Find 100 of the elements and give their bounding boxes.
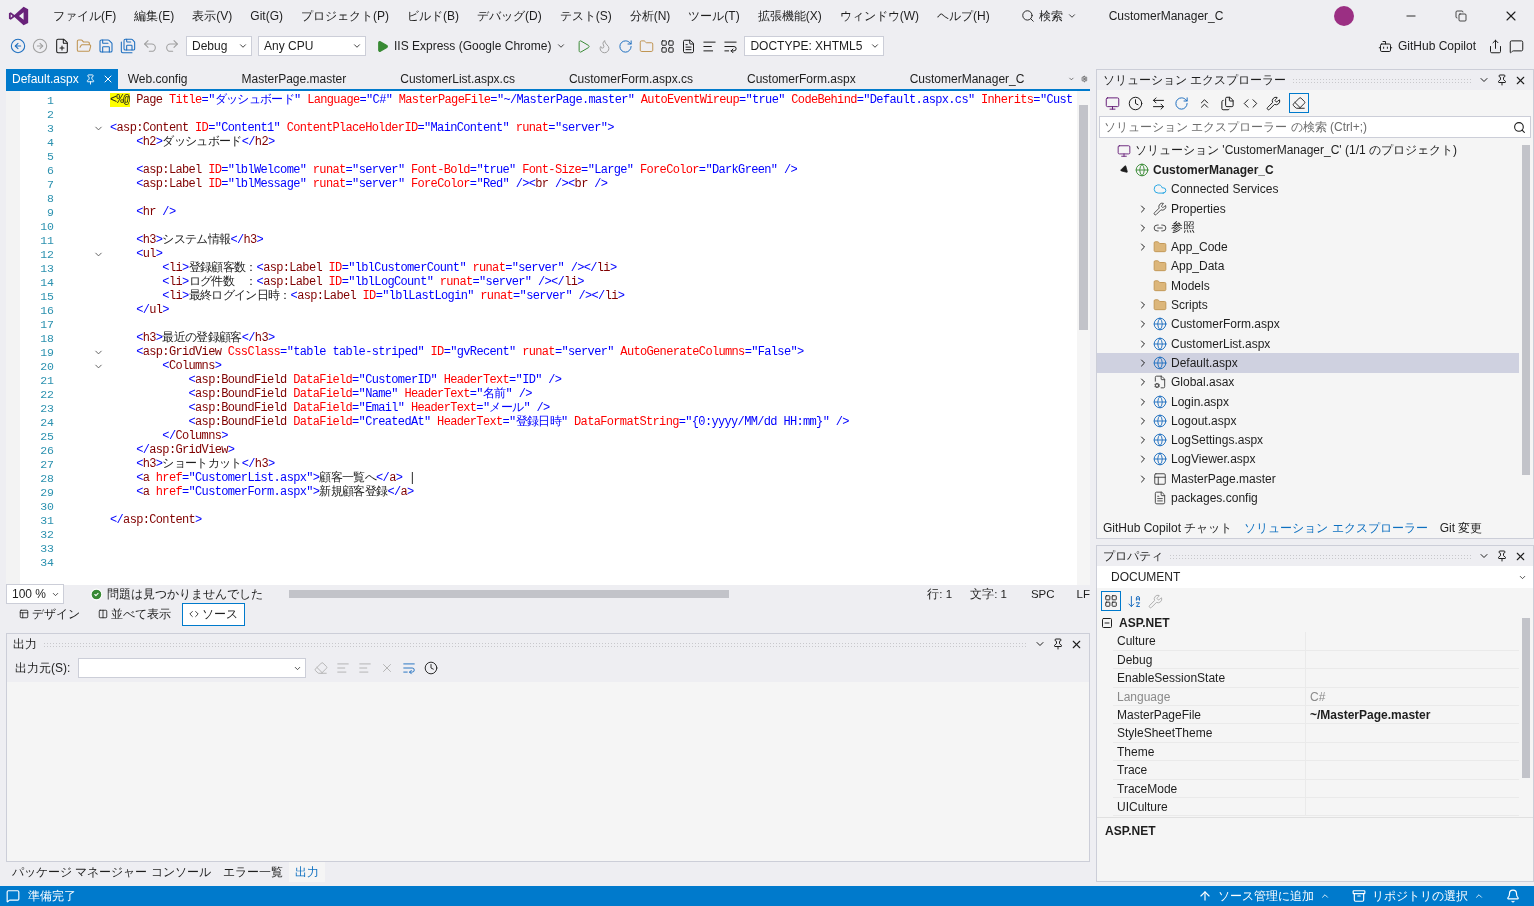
menu-item[interactable]: 編集(E)	[127, 4, 182, 28]
caret-icon[interactable]	[556, 41, 567, 51]
sort-icon[interactable]	[1127, 593, 1142, 609]
tree-item[interactable]: packages.config	[1171, 491, 1258, 505]
view-tab[interactable]: 並べて表示	[91, 602, 178, 626]
tree-row[interactable]: Logout.aspx	[1097, 411, 1519, 431]
tree-item[interactable]: CustomerManager_C	[1153, 162, 1274, 177]
tree-row[interactable]: Connected Services	[1097, 179, 1519, 199]
caret-icon[interactable]	[1320, 891, 1330, 901]
avatar[interactable]	[1334, 6, 1354, 26]
repository-button[interactable]: リポジトリの選択	[1352, 887, 1484, 905]
notification-icon[interactable]	[6, 889, 20, 903]
configuration-select[interactable]: Debug	[186, 36, 252, 56]
pin-icon[interactable]	[1496, 74, 1508, 86]
tree-item[interactable]: Global.asax	[1171, 375, 1235, 390]
tree-item[interactable]: CustomerList.aspx	[1171, 336, 1271, 351]
scrollbar[interactable]	[1077, 91, 1090, 585]
feedback-icon[interactable]	[1509, 38, 1524, 54]
menu-item[interactable]: ヘルプ(H)	[930, 4, 997, 28]
tree-row[interactable]: App_Code	[1097, 237, 1519, 257]
doctype-select[interactable]: DOCTYPE: XHTML5	[744, 36, 885, 56]
caret-icon[interactable]	[1474, 891, 1484, 901]
pin-icon[interactable]	[1496, 550, 1508, 562]
tree-item[interactable]: ソリューション 'CustomerManager_C' (1/1 のプロジェクト)	[1135, 142, 1457, 160]
property-value[interactable]: ~/MasterPage.master	[1306, 705, 1519, 724]
wrench-icon[interactable]	[1266, 95, 1281, 111]
align-icon[interactable]	[702, 38, 718, 54]
files-icon[interactable]	[1220, 95, 1235, 111]
tree-row[interactable]: ソリューション 'CustomerManager_C' (1/1 のプロジェクト)	[1097, 141, 1519, 161]
document-tab[interactable]: MasterPage.master	[231, 69, 391, 89]
tree-item[interactable]: Properties	[1171, 201, 1226, 216]
tree-row[interactable]: CustomerList.aspx	[1097, 333, 1519, 354]
tree-item[interactable]: LogViewer.aspx	[1171, 452, 1256, 467]
tree-row[interactable]: Properties	[1097, 198, 1519, 219]
tree-item[interactable]: Logout.aspx	[1171, 413, 1237, 428]
redo-icon[interactable]	[164, 38, 180, 54]
grid-icon[interactable]	[660, 38, 676, 54]
document-tab[interactable]: CustomerManager_C	[899, 69, 1069, 89]
document-tab[interactable]: CustomerForm.aspx.cs	[558, 69, 737, 89]
search-icon[interactable]	[1513, 120, 1526, 134]
document-icon[interactable]	[681, 38, 697, 54]
panel-tab[interactable]: Git 変更	[1433, 518, 1489, 538]
wrap-icon[interactable]	[723, 38, 739, 54]
tree-row[interactable]: packages.config	[1097, 488, 1519, 508]
run-button[interactable]: IIS Express (Google Chrome)	[372, 37, 571, 55]
menu-item[interactable]: 表示(V)	[185, 4, 240, 28]
tree-item[interactable]: App_Code	[1171, 240, 1228, 255]
save-all-icon[interactable]	[120, 38, 136, 54]
word-wrap-icon[interactable]	[402, 661, 417, 675]
tree-row[interactable]: Models	[1097, 276, 1519, 296]
menu-item[interactable]: デバッグ(D)	[470, 4, 549, 28]
view-tab[interactable]: デザイン	[12, 602, 87, 626]
refresh-icon[interactable]	[618, 38, 634, 54]
save-icon[interactable]	[98, 38, 114, 54]
copilot-button[interactable]: GitHub Copilot	[1377, 38, 1476, 54]
tree-item[interactable]: MasterPage.master	[1171, 471, 1276, 486]
caret-icon[interactable]	[352, 41, 362, 51]
zoom-select[interactable]: 100 %	[6, 584, 64, 604]
tree-item[interactable]: Default.aspx	[1171, 355, 1238, 370]
tree-item[interactable]: Login.aspx	[1171, 394, 1230, 409]
panel-tab[interactable]: パッケージ マネージャー コンソール	[6, 862, 217, 882]
panel-tab[interactable]: GitHub Copilot チャット	[1097, 518, 1239, 538]
menu-item[interactable]: プロジェクト(P)	[294, 4, 396, 28]
share-icon[interactable]	[1488, 38, 1503, 54]
tree-row[interactable]: 参照	[1097, 218, 1519, 238]
arrow-up-icon[interactable]	[1198, 889, 1212, 903]
menu-item[interactable]: Git(G)	[243, 6, 290, 26]
clock-icon[interactable]	[1128, 95, 1143, 111]
robot-icon[interactable]	[1377, 38, 1393, 54]
tree-row[interactable]: MasterPage.master	[1097, 469, 1519, 489]
tree-item[interactable]: 参照	[1171, 219, 1195, 237]
pin-icon[interactable]	[1052, 638, 1064, 650]
document-tab[interactable]: CustomerForm.aspx	[736, 69, 900, 89]
caret-icon[interactable]	[870, 41, 881, 51]
forward-icon[interactable]	[32, 38, 48, 54]
object-select[interactable]: DOCUMENT	[1097, 566, 1533, 588]
search-icon[interactable]	[1020, 9, 1035, 23]
back-icon[interactable]	[10, 38, 26, 54]
new-file-icon[interactable]	[54, 38, 70, 54]
menu-item[interactable]: 分析(N)	[622, 4, 678, 28]
menu-item[interactable]: ファイル(F)	[46, 4, 124, 28]
tree-row[interactable]: Scripts	[1097, 295, 1519, 315]
platform-select[interactable]: Any CPU	[258, 36, 366, 56]
tree-row[interactable]: LogViewer.aspx	[1097, 449, 1519, 470]
tree-item[interactable]: CustomerForm.aspx	[1171, 317, 1280, 332]
archive-icon[interactable]	[1352, 889, 1366, 903]
view-tab[interactable]: ソース	[182, 602, 245, 626]
play-outline-icon[interactable]	[576, 38, 592, 54]
collapse-icon[interactable]	[1101, 617, 1113, 630]
open-folder-icon[interactable]	[76, 38, 92, 54]
tree-row[interactable]: LogSettings.aspx	[1097, 430, 1519, 450]
tree-item[interactable]: Scripts	[1171, 298, 1208, 312]
refresh-icon[interactable]	[1174, 95, 1189, 111]
tree-row[interactable]: Login.aspx	[1097, 391, 1519, 412]
search-button[interactable]: 検索	[1014, 4, 1083, 28]
caret-icon[interactable]	[1066, 11, 1077, 21]
panel-tab[interactable]: 出力	[288, 862, 325, 882]
selected-row[interactable]: Default.aspx	[1097, 353, 1519, 373]
search-field[interactable]: ソリューション エクスプローラー の検索 (Ctrl+;)	[1099, 116, 1531, 138]
menu-item[interactable]: ツール(T)	[681, 4, 747, 28]
